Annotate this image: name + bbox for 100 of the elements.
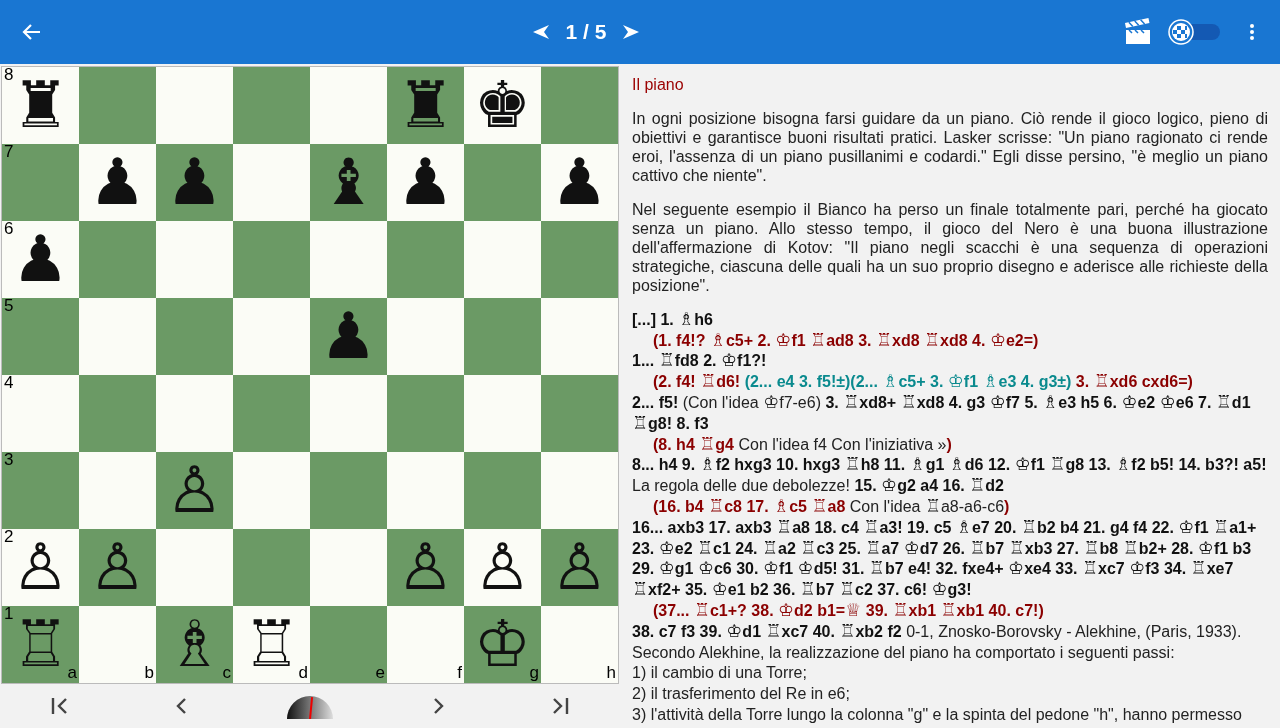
move-text[interactable]: 1... ♖fd8 2. ♔f1?!: [632, 351, 1268, 373]
previous-page-button[interactable]: [531, 23, 550, 40]
rank-label: 1: [4, 604, 14, 624]
chess-piece[interactable]: ♙: [165, 458, 224, 523]
light-square[interactable]: [156, 220, 233, 298]
dark-square[interactable]: 5: [2, 297, 79, 375]
chess-piece[interactable]: ♙: [550, 535, 609, 600]
file-label: a: [67, 664, 77, 683]
light-square[interactable]: ♚: [464, 66, 541, 144]
move-text[interactable]: 2) il trasferimento del Re in e6;: [632, 684, 1268, 705]
dark-square[interactable]: [387, 220, 464, 298]
chess-piece[interactable]: ♟: [550, 150, 609, 215]
variation-line[interactable]: (8. h4 ♖g4 Con l'idea f4 Con l'iniziativa »): [632, 434, 1268, 456]
variation-line[interactable]: (37... ♖c1+? 38. ♔d2 b1=♕ 39. ♖xb1 ♖xb1 40. c7!): [632, 601, 1268, 622]
light-square[interactable]: [79, 451, 156, 529]
light-square[interactable]: [233, 143, 310, 221]
move-text[interactable]: 3) l'attività della Torre lungo la colonna "g" e la spinta del pedone "h", hanno permesso: [632, 704, 1268, 726]
light-square[interactable]: [156, 374, 233, 452]
chess-piece[interactable]: ♙: [88, 535, 147, 600]
light-square[interactable]: [310, 528, 387, 606]
dark-square[interactable]: [310, 451, 387, 529]
dark-square[interactable]: ♟: [310, 297, 387, 375]
dark-square[interactable]: ♙: [387, 528, 464, 606]
dark-square[interactable]: [464, 451, 541, 529]
light-square[interactable]: ♙: [464, 528, 541, 606]
light-square[interactable]: [233, 297, 310, 375]
light-square[interactable]: [156, 528, 233, 606]
dark-square[interactable]: [233, 66, 310, 144]
light-square[interactable]: [464, 220, 541, 298]
dark-square[interactable]: [541, 66, 618, 144]
dark-square[interactable]: [79, 220, 156, 298]
dark-square[interactable]: [156, 297, 233, 375]
light-square[interactable]: ♟: [79, 143, 156, 221]
move-text[interactable]: 16... axb3 17. axb3 ♖a8 18. c4 ♖a3! 19. c5 ♗e7 20. ♖b2 b4 21. g4 f4 22. ♔f1 ♖a1+ 23. ♔e2 ♖c1 24. ♖a2 ♖c3 25. ♖a7 ♔d7 26. ♖b7 ♖xb3 27. ♖b8 ♖b2+ 28. ♔f1 b3 29. ♔g1 ♔c6 30. ♔f1 ♔d5! 31. ♖b7 e4! 32. fxe4+ ♔xe4 33. ♖xc7 ♔f3 34. ♖xe7 ♖xf2+ 35. ♔e1 b2 36. ♖b7 ♖c2 37. c6! ♔g3!: [632, 517, 1268, 601]
dark-square[interactable]: ♙: [79, 528, 156, 606]
move-text[interactable]: [...] 1. ♗h6: [632, 309, 1268, 331]
dark-square[interactable]: [233, 528, 310, 606]
dark-square[interactable]: ♝: [310, 143, 387, 221]
dark-square[interactable]: ♜: [387, 66, 464, 144]
triangle-right-icon: [622, 23, 641, 40]
dark-square[interactable]: ♙: [541, 528, 618, 606]
move-text[interactable]: 2... f5! (Con l'idea ♔f7-e6) 3. ♖xd8+ ♖xd8 4. g3 ♔f7 5. ♗e3 h5 6. ♔e2 ♔e6 7. ♖d1 ♖g8! 8. f3: [632, 393, 1268, 435]
light-square[interactable]: f: [387, 605, 464, 683]
clapperboard-button[interactable]: [1124, 17, 1152, 46]
light-square[interactable]: [79, 297, 156, 375]
dark-square[interactable]: ♙: [156, 451, 233, 529]
move-text[interactable]: 38. c7 f3 39. ♔d1 ♖xc7 40. ♖xb2 f2 0-1, Znosko-Borovsky - Alekhine, (Paris, 1933).: [632, 621, 1268, 643]
dark-square[interactable]: [464, 143, 541, 221]
dark-square[interactable]: [541, 220, 618, 298]
file-label: h: [606, 664, 616, 683]
light-square[interactable]: ♟: [541, 143, 618, 221]
rank-label: 3: [4, 450, 14, 470]
light-square[interactable]: b: [79, 605, 156, 683]
chess-piece[interactable]: ♟: [319, 304, 378, 369]
move-text[interactable]: 1) il cambio di una Torre;: [632, 663, 1268, 685]
move-text[interactable]: Secondo Alekhine, la realizzazione del piano ha comportato i seguenti passi:: [632, 642, 1268, 664]
triangle-left-icon: [531, 23, 550, 40]
light-square[interactable]: [387, 297, 464, 375]
rank-label: 8: [4, 65, 14, 85]
light-square[interactable]: [233, 451, 310, 529]
variation-line[interactable]: (1. f4!? ♗c5+ 2. ♔f1 ♖ad8 3. ♖xd8 ♖xd8 4. ♔e2=): [632, 330, 1268, 352]
evaluation-gauge: [286, 693, 334, 718]
light-square[interactable]: h: [541, 605, 618, 683]
dark-square[interactable]: [464, 297, 541, 375]
chess-piece[interactable]: ♙: [473, 535, 532, 600]
dark-square[interactable]: e: [310, 605, 387, 683]
light-square[interactable]: [156, 66, 233, 144]
move-text[interactable]: 8... h4 9. ♗f2 hxg3 10. hxg3 ♖h8 11. ♗g1 ♗d6 12. ♔f1 ♖g8 13. ♗f2 b5! 14. b3?! a5! La regola delle due debolezze! 15. ♔g2 a4 16. ♖d2: [632, 455, 1268, 497]
variation-line[interactable]: (2. f4! ♖d6! (2... e4 3. f5!±)(2... ♗c5+ 3. ♔f1 ♗e3 4. g3±) 3. ♖xd6 cxd6=): [632, 372, 1268, 393]
chess-piece[interactable]: ♙: [396, 535, 455, 600]
chess-piece[interactable]: ♟: [396, 150, 455, 215]
light-square[interactable]: ♟: [387, 143, 464, 221]
light-square[interactable]: [387, 451, 464, 529]
next-page-button[interactable]: [622, 23, 641, 40]
light-square[interactable]: 4: [2, 374, 79, 452]
chess-piece[interactable]: ♚: [473, 73, 532, 138]
dark-square[interactable]: [79, 66, 156, 144]
light-square[interactable]: [310, 374, 387, 452]
dark-square[interactable]: 3: [2, 451, 79, 529]
light-square[interactable]: [541, 451, 618, 529]
light-square[interactable]: [541, 297, 618, 375]
dark-square[interactable]: ♟: [156, 143, 233, 221]
dark-square[interactable]: [541, 374, 618, 452]
arrow-left-icon: [22, 21, 42, 42]
light-square[interactable]: [464, 374, 541, 452]
chess-piece[interactable]: ♟: [165, 150, 224, 215]
dark-square[interactable]: 7: [2, 143, 79, 221]
dark-square[interactable]: [79, 374, 156, 452]
chess-piece[interactable]: ♗: [165, 612, 224, 677]
dark-square[interactable]: [387, 374, 464, 452]
rank-label: 5: [4, 296, 14, 316]
chess-piece[interactable]: ♜: [396, 73, 455, 138]
light-square[interactable]: [310, 220, 387, 298]
chess-piece[interactable]: ♟: [88, 150, 147, 215]
chess-piece[interactable]: ♝: [319, 150, 378, 215]
lesson-paragraph: Nel seguente esempio il Bianco ha perso un finale totalmente pari, perché ha giocato senza un piano. Allo stesso tempo, il gioco del Nero è una buona illustrazione dell'affermazione di Kotov: "Il piano negli scacchi è una sequenza di operazioni strategiche, ciascuna delle quali ha un suo proprio disegno e aderisce alle richieste della posizione".: [632, 199, 1268, 295]
light-square[interactable]: [310, 66, 387, 144]
dark-square[interactable]: [233, 374, 310, 452]
dark-square[interactable]: [233, 220, 310, 298]
variation-line[interactable]: (16. b4 ♖c8 17. ♗c5 ♖a8 Con l'idea ♖a8-a6-c6): [632, 497, 1268, 518]
